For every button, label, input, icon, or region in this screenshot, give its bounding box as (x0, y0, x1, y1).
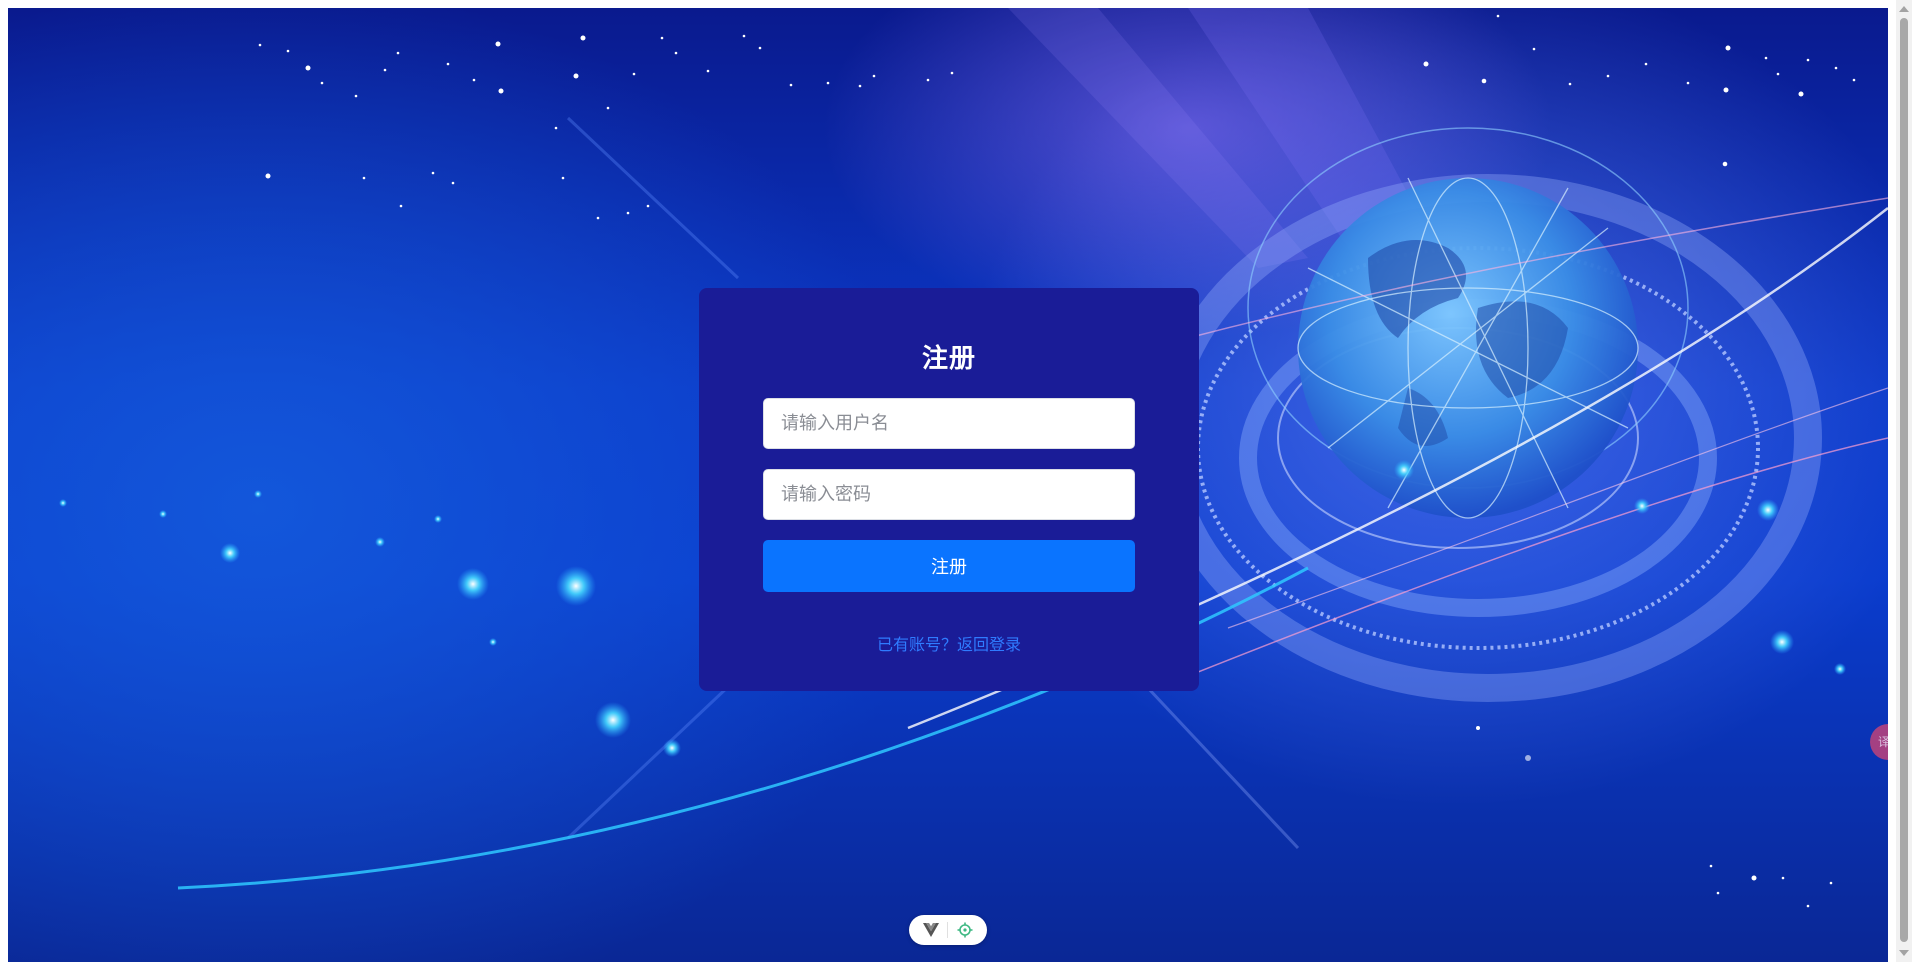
scroll-up-arrow-icon[interactable] (1899, 6, 1909, 12)
page-background: 注册 注册 已有账号？返回登录 译A (8, 8, 1888, 962)
password-input[interactable] (763, 469, 1135, 520)
vue-logo-icon[interactable] (923, 923, 939, 937)
scroll-down-arrow-icon[interactable] (1899, 950, 1909, 956)
target-icon[interactable] (957, 922, 973, 938)
username-input[interactable] (763, 398, 1135, 449)
vertical-scrollbar[interactable] (1896, 0, 1912, 962)
login-link-row: 已有账号？返回登录 (699, 631, 1199, 655)
devtools-separator (947, 922, 948, 938)
register-card: 注册 注册 已有账号？返回登录 (699, 288, 1199, 691)
register-button[interactable]: 注册 (763, 540, 1135, 592)
back-to-login-link[interactable]: 已有账号？返回登录 (877, 635, 1021, 654)
devtools-toggle[interactable] (909, 915, 987, 945)
scroll-thumb[interactable] (1900, 18, 1908, 942)
register-title: 注册 (921, 344, 976, 374)
